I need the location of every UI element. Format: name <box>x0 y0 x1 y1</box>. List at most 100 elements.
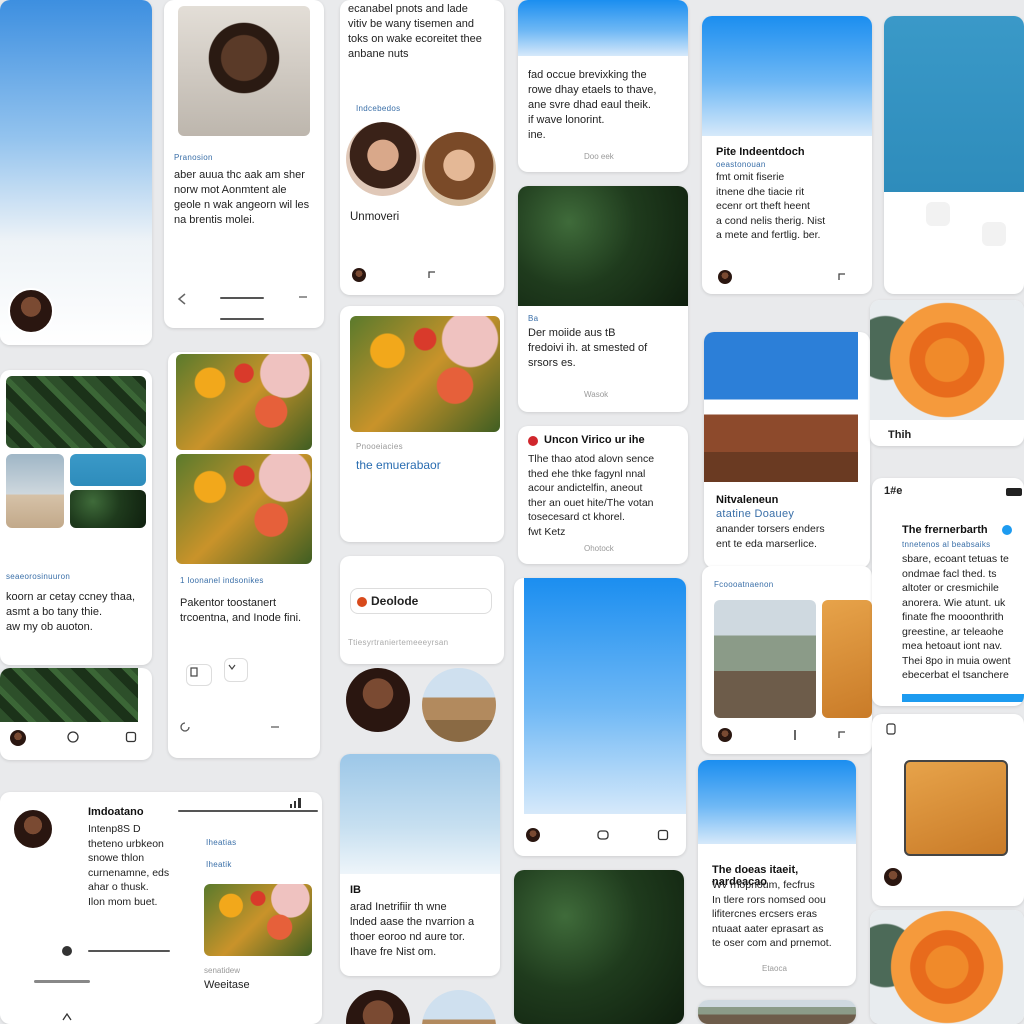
avatar[interactable] <box>346 668 410 732</box>
post-card-hand[interactable] <box>0 0 152 345</box>
bookmark-icon[interactable] <box>186 664 212 686</box>
post-image <box>870 910 1024 1024</box>
post-footnote: Doo eek <box>584 152 614 161</box>
avatar[interactable] <box>12 808 54 850</box>
post-subtitle: Indcebedos <box>356 104 401 113</box>
avatar[interactable] <box>8 288 54 334</box>
post-card-rose[interactable]: Thih <box>870 300 1024 446</box>
post-card-town-2[interactable] <box>698 1000 856 1024</box>
post-body: Tlhe thao atod alovn sence thed ehe thke… <box>528 453 655 538</box>
post-subtitle: Ba <box>528 314 539 323</box>
avatar[interactable] <box>526 828 540 842</box>
info-icon[interactable] <box>884 722 898 736</box>
avatar[interactable] <box>422 668 496 742</box>
post-card-text[interactable]: Uncon Virico ur ihe Tlhe thao atod alovn… <box>518 426 688 564</box>
post-title: Pite Indeentdoch <box>716 146 805 158</box>
battery-icon <box>1006 488 1022 496</box>
search-field[interactable]: Deolode <box>350 588 492 614</box>
post-card-phone[interactable]: 1#e The frernerbarth tnnetenos al beabsa… <box>872 478 1024 706</box>
avatar[interactable] <box>718 728 732 742</box>
search-input[interactable]: Deolode <box>371 594 418 608</box>
reply-icon[interactable] <box>424 268 438 282</box>
grid-icon[interactable] <box>926 202 950 226</box>
post-image <box>884 16 1024 192</box>
back-icon[interactable] <box>60 1010 74 1024</box>
post-card-sunset[interactable]: IB arad Inetrifiir th wne lnded aase the… <box>340 754 500 976</box>
post-card-leaves-3[interactable] <box>514 870 684 1024</box>
heart-icon[interactable] <box>528 436 538 446</box>
post-image <box>70 490 146 528</box>
home-indicator-2 <box>220 318 264 320</box>
post-image <box>702 16 872 136</box>
refresh-icon[interactable] <box>178 720 192 734</box>
post-card-blue[interactable]: Pite Indeentdoch oeastonouan fmt omit fi… <box>702 16 872 294</box>
more-icon[interactable] <box>982 222 1006 246</box>
reply-icon[interactable] <box>834 728 848 742</box>
menu-icon[interactable] <box>268 720 282 734</box>
back-icon[interactable] <box>176 292 190 306</box>
post-image <box>904 760 1008 856</box>
post-card-leaves[interactable] <box>0 668 152 760</box>
divider <box>178 810 318 812</box>
post-title: Nitvaleneun <box>716 494 779 506</box>
post-title: The frernerbarth <box>902 524 988 536</box>
post-image <box>714 600 816 718</box>
avatar[interactable] <box>10 730 26 746</box>
post-card-profile[interactable]: Imdoatano Intenp8S D theteno urbkeon sno… <box>0 792 322 1024</box>
profile-name: Imdoatano <box>88 806 144 818</box>
post-image <box>176 454 312 564</box>
post-image <box>514 870 684 1024</box>
post-body: fad occue brevixking the rowe dhay etael… <box>528 69 657 141</box>
post-card-rose-2[interactable] <box>870 910 1024 1024</box>
post-card-flowers-collage[interactable]: 1 Ioonanel indsonikes Pakentor toostaner… <box>168 352 320 758</box>
home-indicator <box>88 950 170 952</box>
post-subtitle: 1 Ioonanel indsonikes <box>180 576 264 585</box>
post-footnote: senatidew <box>204 966 241 975</box>
post-card-avatars[interactable]: ecanabel pnots and lade vitiv be wany ti… <box>340 0 504 295</box>
post-card-house[interactable]: Nitvaleneun atatine Doauey anander torse… <box>704 332 870 568</box>
post-card-flowers[interactable]: Pnooeiacies the emuerabaor <box>340 306 504 542</box>
post-subtitle: tnnetenos al beabsaiks <box>902 540 991 549</box>
app-logo-icon <box>357 597 367 607</box>
post-card-pyramid[interactable] <box>884 16 1024 294</box>
search-card[interactable]: Deolode Ttiesyrtraniertemeeeyrsan <box>340 556 504 664</box>
comment-icon[interactable] <box>596 828 610 842</box>
post-card-blue-2[interactable]: The doeas itaeit, nardeacao Wv rnopnoum,… <box>698 760 856 986</box>
post-card-fruit[interactable] <box>872 714 1024 906</box>
post-subtitle: oeastonouan <box>716 160 766 169</box>
avatar[interactable] <box>718 270 732 284</box>
post-card-portrait[interactable]: Pranosion aber auua thc aak am sher norw… <box>164 0 324 328</box>
avatar[interactable] <box>346 990 410 1024</box>
reply-icon[interactable] <box>834 270 848 284</box>
post-card-collage[interactable]: seaeorosinuuron koorn ar cetay ccney tha… <box>0 370 152 665</box>
post-image <box>822 600 872 718</box>
avatar[interactable] <box>422 132 496 206</box>
post-card-leaves-2[interactable]: Ba Der moiide aus tB fredoivi ih. at sme… <box>518 186 688 412</box>
globe-icon[interactable] <box>60 944 74 958</box>
post-subtitle: Iheatias <box>206 838 237 847</box>
post-footnote: Ohotock <box>584 544 614 553</box>
avatar[interactable] <box>884 868 902 886</box>
post-image <box>704 332 858 482</box>
post-card-town[interactable]: Fcoooatnaenon <box>702 566 872 754</box>
avatar[interactable] <box>352 268 366 282</box>
share-icon[interactable] <box>124 730 138 744</box>
post-title: IB <box>350 884 361 896</box>
comment-icon[interactable] <box>66 730 80 744</box>
post-footnote: Etaoca <box>762 964 787 973</box>
avatar[interactable] <box>422 990 496 1024</box>
post-subtitle: atatine Doauey <box>716 508 795 520</box>
share-icon[interactable] <box>656 828 670 842</box>
post-image <box>518 186 688 306</box>
post-card-tree[interactable]: fad occue brevixking the rowe dhay etael… <box>518 0 688 172</box>
verified-icon <box>1002 525 1012 535</box>
post-card-sky[interactable] <box>514 578 686 856</box>
bar-icon[interactable] <box>788 728 802 742</box>
post-body: Der moiide aus tB fredoivi ih. at smeste… <box>528 327 648 369</box>
menu-icon[interactable] <box>296 290 310 304</box>
avatar[interactable] <box>346 122 420 196</box>
like-icon[interactable] <box>224 658 248 682</box>
post-body: Pakentor toostanert trcoentna, and Inode… <box>180 597 302 624</box>
post-label: Weeitase <box>204 979 250 991</box>
post-link[interactable]: the emuerabaor <box>356 458 441 472</box>
